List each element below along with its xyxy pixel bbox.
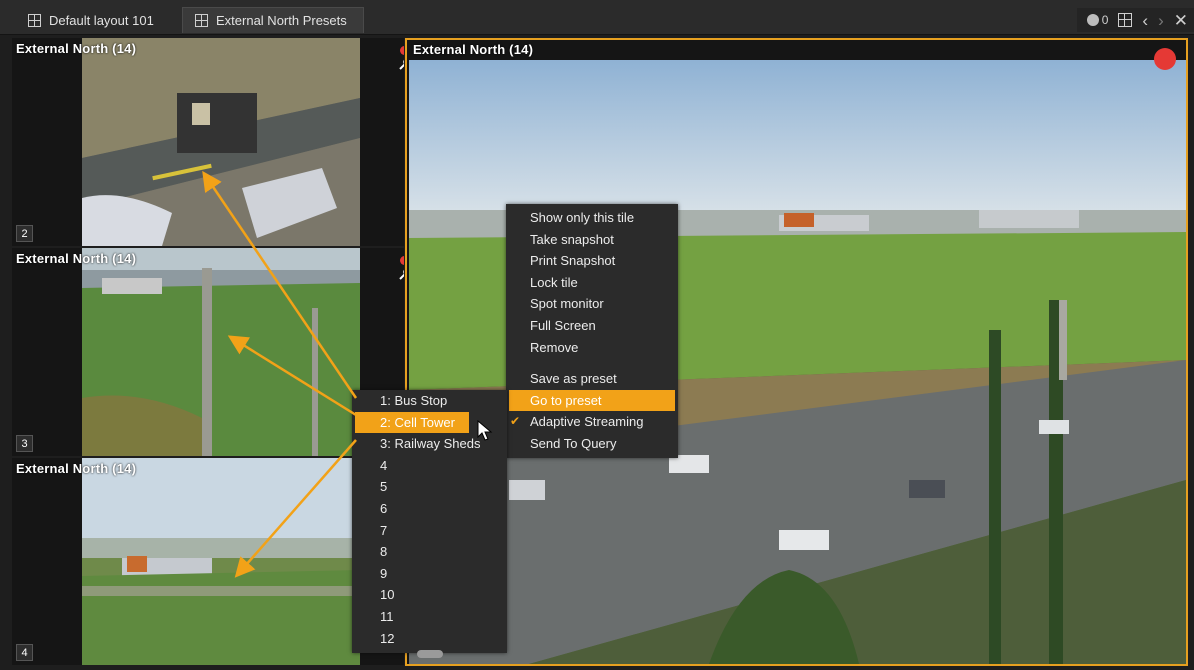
tile-number: 2 — [16, 225, 33, 242]
recording-indicator-icon — [1154, 48, 1176, 70]
recording-count: 0 — [1101, 13, 1109, 27]
chevron-left-icon[interactable]: ‹ — [1142, 12, 1148, 29]
menu-item-show-only-this-tile[interactable]: Show only this tile — [506, 207, 678, 229]
preset-item[interactable]: 10 — [352, 584, 507, 606]
tab-default-layout[interactable]: Default layout 101 — [16, 7, 182, 33]
preset-item[interactable]: 1: Bus Stop — [352, 390, 507, 412]
menu-item-label: Adaptive Streaming — [530, 414, 644, 430]
tab-label: External North Presets — [216, 13, 347, 28]
tab-bar: Default layout 101 External North Preset… — [0, 0, 1194, 35]
preset-item[interactable]: 5 — [352, 476, 507, 498]
menu-item-remove[interactable]: Remove — [506, 337, 678, 359]
preset-item[interactable]: 7 — [352, 520, 507, 542]
menu-item-save-as-preset[interactable]: Save as preset — [506, 368, 678, 390]
menu-item-go-to-preset[interactable]: Go to preset — [509, 389, 675, 412]
menu-item-full-screen[interactable]: Full Screen — [506, 315, 678, 337]
checkmark-icon: ✔ — [510, 414, 521, 429]
record-dot-icon — [1086, 14, 1099, 26]
recording-indicator-icon — [400, 46, 404, 55]
camera-feed-image — [82, 458, 360, 665]
zoom-icon[interactable] — [398, 268, 404, 280]
tile-context-menu: Show only this tile Take snapshot Print … — [506, 204, 678, 458]
tab-label: Default layout 101 — [49, 12, 154, 28]
menu-item-take-snapshot[interactable]: Take snapshot — [506, 229, 678, 251]
tile-title: External North (14) — [16, 41, 137, 56]
camera-feed-image — [82, 248, 360, 456]
menu-item-print-snapshot[interactable]: Print Snapshot — [506, 250, 678, 272]
layout-grid-icon — [195, 14, 208, 27]
menu-item-lock-tile[interactable]: Lock tile — [506, 272, 678, 294]
mouse-cursor-icon — [477, 420, 493, 441]
scrollbar-thumb[interactable] — [417, 650, 443, 658]
recording-indicator-icon — [400, 256, 404, 265]
zoom-icon[interactable] — [398, 58, 404, 70]
preset-item[interactable]: 6 — [352, 498, 507, 520]
camera-feed-image — [82, 38, 360, 246]
camera-tile[interactable]: External North (14) 4 — [12, 458, 404, 665]
chevron-right-icon[interactable]: › — [1158, 12, 1164, 29]
preset-item[interactable]: 12 — [352, 628, 507, 650]
preset-item[interactable]: 11 — [352, 606, 507, 628]
layout-grid-icon[interactable] — [1118, 13, 1133, 27]
camera-tile[interactable]: External North (14) 2 — [12, 38, 404, 246]
tile-title: External North (14) — [413, 42, 534, 57]
layout-grid-icon — [28, 13, 41, 27]
camera-tile[interactable]: External North (14) 3 — [12, 248, 404, 456]
menu-item-spot-monitor[interactable]: Spot monitor — [506, 293, 678, 315]
tile-number: 4 — [16, 644, 33, 661]
menu-item-send-to-query[interactable]: Send To Query — [506, 433, 678, 455]
recording-indicator[interactable]: 0 — [1086, 13, 1109, 27]
menu-item-adaptive-streaming[interactable]: ✔ Adaptive Streaming — [506, 411, 678, 433]
preset-item[interactable]: 4 — [352, 455, 507, 477]
tile-title: External North (14) — [16, 251, 137, 266]
close-icon[interactable]: ✕ — [1174, 12, 1188, 29]
preset-item[interactable]: 9 — [352, 563, 507, 585]
tile-title: External North (14) — [16, 461, 137, 476]
preset-item-selected[interactable]: 2: Cell Tower — [355, 411, 469, 434]
tab-external-north-presets[interactable]: External North Presets — [182, 7, 364, 33]
tile-number: 3 — [16, 435, 33, 452]
preset-item[interactable]: 8 — [352, 541, 507, 563]
toolbar-right: 0 ‹ › ✕ — [1076, 8, 1194, 32]
